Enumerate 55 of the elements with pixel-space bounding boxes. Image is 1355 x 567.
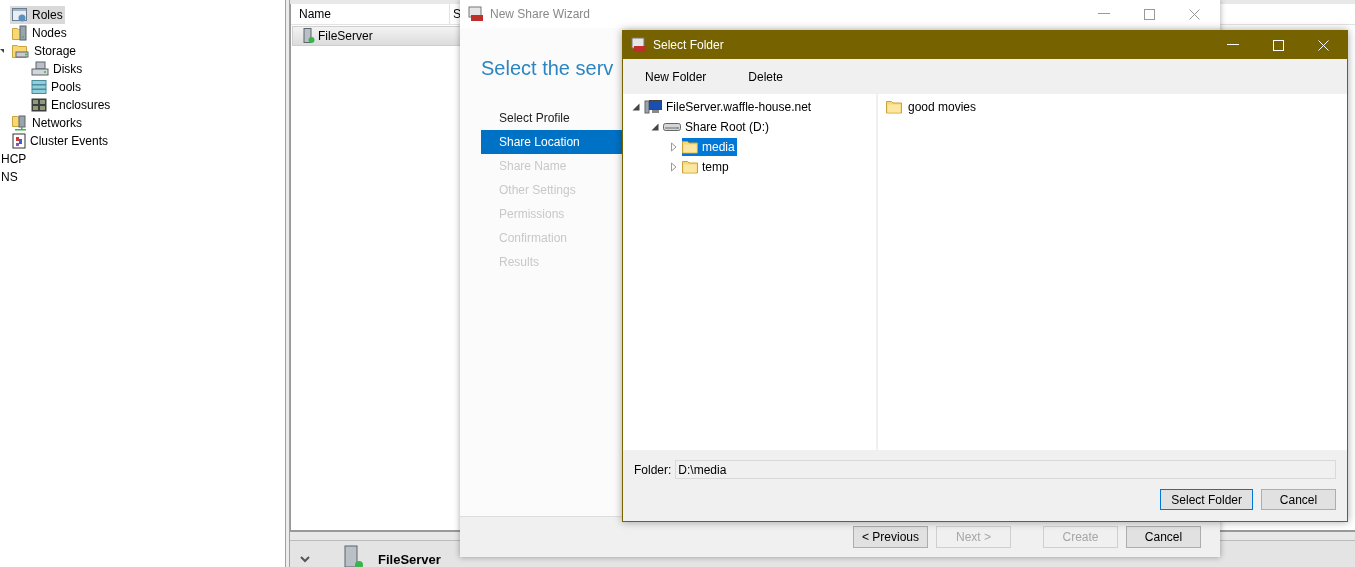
field-label: Folder: (634, 462, 672, 477)
chevron-down-icon[interactable] (300, 556, 310, 563)
tree-item[interactable]: Nodes (10, 24, 69, 42)
folder-icon (682, 160, 698, 174)
tree-item[interactable]: NS (0, 168, 285, 186)
folder-tree-item[interactable]: Share Root (D:) (663, 118, 772, 136)
dialog-button[interactable]: Cancel (1261, 489, 1336, 510)
tree-item[interactable]: Pools (29, 78, 84, 96)
tree-item[interactable]: Cluster Events (10, 132, 111, 150)
tree-item[interactable]: Networks (10, 114, 84, 132)
roles-icon (12, 7, 28, 23)
enclosure-icon (31, 97, 47, 113)
computer-icon (644, 99, 662, 115)
tree-item[interactable]: Roles (10, 6, 65, 24)
toolbar-button[interactable]: Delete (740, 69, 792, 84)
network-icon (12, 115, 28, 131)
column-header[interactable]: Name (291, 4, 450, 24)
disk-icon (31, 61, 49, 77)
storage-folder-icon (12, 43, 30, 59)
pool-icon (31, 79, 47, 95)
close-icon[interactable] (1189, 8, 1200, 20)
minimize-icon[interactable] (1227, 44, 1239, 46)
folder-path-field[interactable]: D:\media (675, 460, 1336, 479)
collapsed-arrow-icon[interactable] (669, 162, 679, 172)
event-log-icon (12, 133, 26, 149)
folder-entry[interactable]: good movies (886, 98, 977, 116)
folder-tree-item[interactable]: temp (682, 158, 731, 176)
maximize-icon[interactable] (1144, 8, 1155, 20)
expanded-arrow-icon[interactable] (650, 122, 660, 132)
tree-item[interactable]: Disks (29, 60, 85, 78)
dialog-button[interactable]: Select Folder (1160, 489, 1253, 510)
minimize-icon[interactable] (1098, 13, 1110, 15)
details-title: FileServer (378, 552, 441, 567)
wizard-step[interactable]: Share Location (481, 130, 622, 154)
drive-icon (663, 121, 681, 133)
column-header[interactable]: S (450, 4, 461, 24)
wizard-button[interactable]: Cancel (1126, 526, 1201, 548)
expanded-arrow-icon[interactable] (631, 102, 641, 112)
dialog-title: Select Folder (653, 38, 725, 52)
folder-tree-item[interactable]: media (682, 138, 737, 156)
caret-icon[interactable] (0, 48, 5, 54)
folder-icon (886, 100, 902, 114)
folder-tree-item[interactable]: FileServer.waffle-house.net (644, 98, 814, 116)
tree-item[interactable]: Storage (10, 42, 79, 60)
server-icon (303, 28, 315, 44)
toolbar-button[interactable]: New Folder (637, 69, 715, 84)
page-heading: Select the serv (481, 57, 614, 81)
window-title: New Share Wizard (490, 7, 592, 21)
folder-icon (682, 140, 698, 154)
wizard-step[interactable]: Select Profile (481, 106, 622, 130)
collapsed-arrow-icon[interactable] (669, 142, 679, 152)
server-folder-icon (12, 25, 28, 41)
tree-item[interactable]: Enclosures (29, 96, 113, 114)
wizard-button[interactable]: < Previous (853, 526, 928, 548)
tree-item[interactable]: HCP (0, 150, 285, 168)
